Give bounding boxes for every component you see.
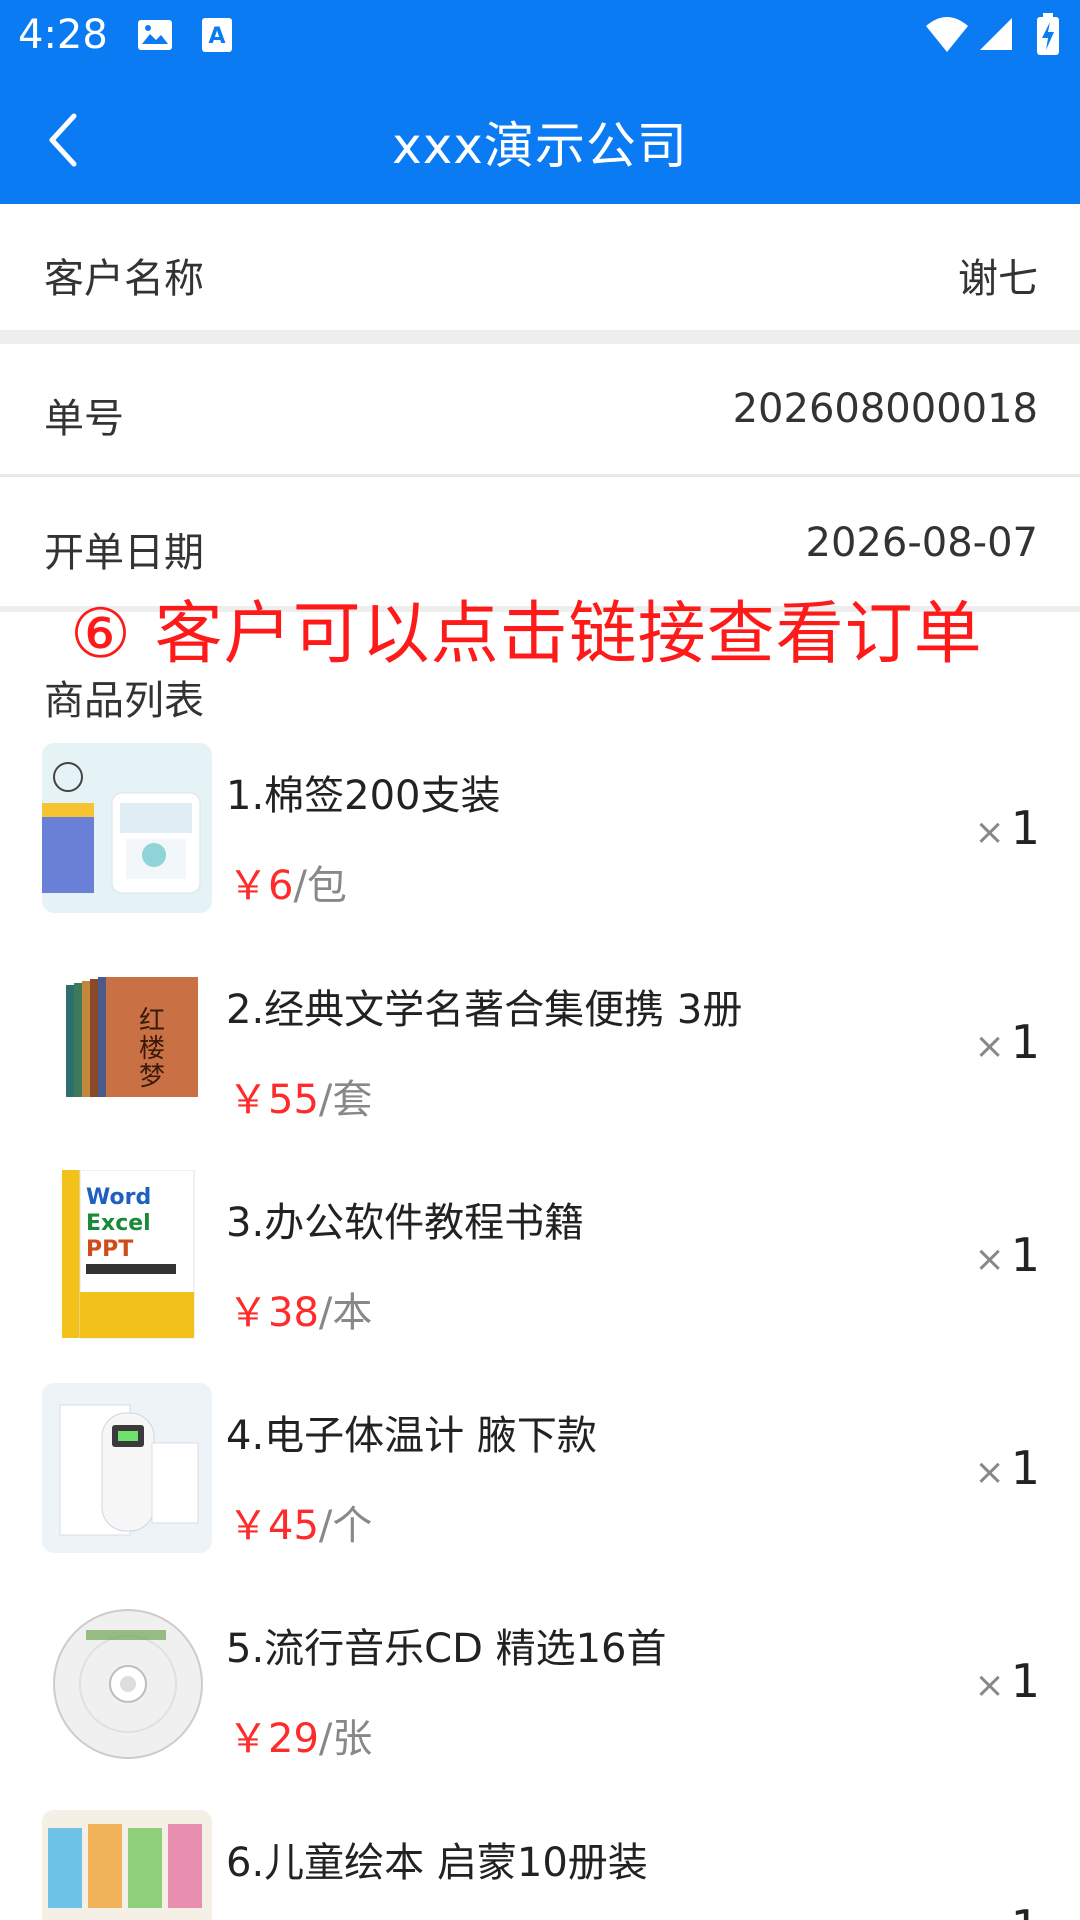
currency-symbol: ￥: [228, 1503, 268, 1549]
quantity-value: 1: [1010, 801, 1040, 855]
price-value: 29: [268, 1716, 319, 1762]
product-quantity: ×1: [975, 801, 1040, 855]
image-notification-icon: [136, 16, 174, 58]
order-date-value: 2026-08-07: [805, 520, 1038, 566]
price-value: 38: [268, 1290, 319, 1336]
quantity-value: 1: [1010, 1441, 1040, 1495]
customer-value: 谢七: [958, 256, 1038, 302]
price-unit: /本: [318, 1290, 373, 1336]
times-icon: ×: [974, 1239, 1005, 1280]
product-name: 1.棉签200支装: [226, 773, 501, 819]
product-name: 5.流行音乐CD 精选16首: [226, 1626, 667, 1672]
product-price: ￥55/套: [228, 1067, 372, 1125]
product-price: ￥45/个: [228, 1493, 372, 1551]
list-item[interactable]: 1.棉签200支装 ￥6/包 × 1: [0, 743, 1080, 943]
svg-text:A: A: [208, 24, 225, 49]
order-number-row: 单号 202608000018: [0, 344, 1080, 472]
product-thumbnail: 红 楼 梦: [42, 957, 212, 1127]
product-thumbnail: [42, 1383, 212, 1553]
product-thumbnail: [42, 743, 212, 913]
order-number-label: 单号: [44, 396, 124, 442]
product-list-title: 商品列表: [44, 678, 204, 724]
product-thumbnail: Word Excel PPT: [42, 1170, 212, 1340]
wifi-icon: [924, 14, 970, 58]
divider: [0, 474, 1080, 477]
price-unit: /包: [293, 863, 347, 909]
order-number-value: 202608000018: [732, 386, 1038, 432]
quantity-value: 1: [1010, 1228, 1040, 1282]
currency-symbol: ￥: [228, 1290, 268, 1336]
product-name: 6.儿童绘本 启蒙10册装: [226, 1840, 648, 1886]
product-price: ￥38/本: [228, 1280, 372, 1338]
product-price: ￥29/张: [228, 1706, 372, 1764]
price-value: 55: [268, 1077, 319, 1123]
divider: [0, 330, 1080, 344]
svg-text:Word: Word: [86, 1185, 151, 1210]
times-icon: ×: [974, 1026, 1005, 1067]
svg-text:红: 红: [139, 1006, 165, 1036]
times-icon: ×: [974, 1665, 1005, 1706]
list-item[interactable]: 5.流行音乐CD 精选16首 ￥29/张 × 1: [0, 1596, 1080, 1796]
signal-icon: [978, 16, 1014, 56]
product-quantity: ×1: [975, 1441, 1040, 1495]
currency-symbol: ￥: [228, 863, 268, 909]
svg-text:Excel: Excel: [86, 1211, 151, 1236]
price-unit: /套: [318, 1077, 373, 1123]
product-thumbnail: [42, 1810, 212, 1920]
price-value: 6: [268, 863, 294, 909]
quantity-value: 1: [1010, 1015, 1040, 1069]
list-item[interactable]: Word Excel PPT 3.办公软件教程书籍 ￥38/本 × 1: [0, 1170, 1080, 1370]
status-time: 4:28: [18, 12, 108, 58]
status-bar: 4:28 A: [0, 0, 1080, 72]
times-icon: ×: [974, 1452, 1005, 1493]
annotation-overlay: ⑥ 客户可以点击链接查看订单: [70, 595, 983, 674]
app-notification-icon: A: [200, 16, 234, 58]
svg-text:楼: 楼: [139, 1034, 165, 1064]
product-quantity: ×1: [975, 1900, 1040, 1920]
customer-row: 客户名称 谢七: [0, 204, 1080, 330]
svg-text:梦: 梦: [139, 1062, 165, 1092]
battery-charging-icon: [1036, 12, 1060, 60]
times-icon: ×: [974, 812, 1005, 853]
customer-label: 客户名称: [44, 256, 204, 302]
product-price: ￥6/包: [228, 853, 347, 911]
product-quantity: ×1: [975, 1654, 1040, 1708]
list-item[interactable]: 红 楼 梦 2.经典文学名著合集便携 3册 ￥55/套 × 1: [0, 957, 1080, 1157]
quantity-value: 1: [1010, 1654, 1040, 1708]
currency-symbol: ￥: [228, 1716, 268, 1762]
product-thumbnail: [42, 1596, 212, 1766]
list-item[interactable]: 6.儿童绘本 启蒙10册装 ×1: [0, 1810, 1080, 1920]
nav-bar: xxx演示公司: [0, 72, 1080, 204]
product-quantity: ×1: [975, 1228, 1040, 1282]
price-value: 45: [268, 1503, 319, 1549]
product-name: 4.电子体温计 腋下款: [226, 1413, 597, 1459]
product-name: 2.经典文学名著合集便携 3册: [226, 987, 743, 1033]
list-item[interactable]: 4.电子体温计 腋下款 ￥45/个 × 1: [0, 1383, 1080, 1583]
order-date-label: 开单日期: [44, 530, 204, 576]
svg-text:PPT: PPT: [86, 1237, 133, 1262]
page-title: xxx演示公司: [392, 117, 688, 175]
price-unit: /张: [318, 1716, 373, 1762]
product-name: 3.办公软件教程书籍: [226, 1200, 585, 1246]
product-quantity: ×1: [975, 1015, 1040, 1069]
price-unit: /个: [318, 1503, 373, 1549]
times-icon: ×: [975, 1911, 1005, 1920]
quantity-value: 1: [1011, 1900, 1040, 1920]
currency-symbol: ￥: [228, 1077, 268, 1123]
